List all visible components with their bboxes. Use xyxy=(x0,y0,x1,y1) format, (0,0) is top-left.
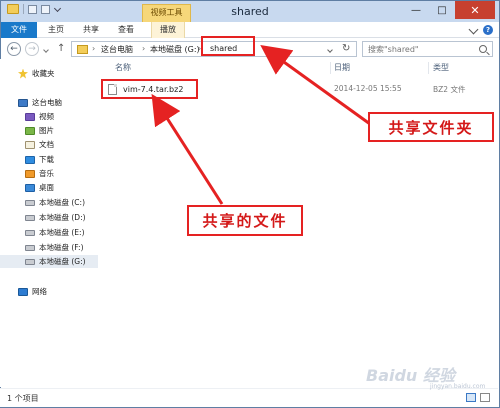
large-icons-view-icon[interactable] xyxy=(480,393,490,402)
sidebar-item-favorites[interactable]: 收藏夹 xyxy=(0,67,98,80)
sidebar-item-network[interactable]: 网络 xyxy=(0,285,98,298)
folder-icon xyxy=(77,45,88,54)
column-divider[interactable] xyxy=(330,62,331,74)
sidebar-item-label: 本地磁盘 (G:) xyxy=(39,257,86,266)
video-folder-icon xyxy=(25,112,35,121)
view-switcher xyxy=(466,393,490,402)
star-icon xyxy=(18,68,28,79)
sidebar-item-desktop[interactable]: 桌面 xyxy=(0,181,98,194)
maximize-button[interactable]: □ xyxy=(429,1,455,19)
drive-icon xyxy=(25,214,35,221)
search-input[interactable]: 搜索"shared" xyxy=(362,41,493,57)
window-controls: — □ ✕ xyxy=(403,1,495,19)
chevron-down-icon[interactable] xyxy=(327,47,333,53)
sidebar-item-pictures[interactable]: 图片 xyxy=(0,124,98,137)
sidebar-item-drive-c[interactable]: 本地磁盘 (C:) xyxy=(0,196,98,209)
item-count: 1 个项目 xyxy=(7,394,39,403)
sidebar-item-label: 这台电脑 xyxy=(32,98,62,107)
file-name: vim-7.4.tar.bz2 xyxy=(123,84,184,94)
sidebar-item-label: 视频 xyxy=(39,112,54,121)
sidebar-item-this-pc[interactable]: 这台电脑 xyxy=(0,96,98,109)
sidebar-item-label: 本地磁盘 (F:) xyxy=(39,243,84,252)
sidebar-item-label: 本地磁盘 (E:) xyxy=(39,228,85,237)
sidebar-item-label: 文档 xyxy=(39,140,54,149)
sidebar-item-downloads[interactable]: 下载 xyxy=(0,153,98,166)
file-type: BZ2 文件 xyxy=(433,85,466,94)
close-button[interactable]: ✕ xyxy=(455,1,495,19)
sidebar-item-label: 网络 xyxy=(32,287,47,296)
file-list-item[interactable]: vim-7.4.tar.bz2 xyxy=(101,79,198,99)
breadcrumb-separator[interactable]: › xyxy=(142,44,145,53)
forward-button[interactable]: → xyxy=(25,42,39,56)
minimize-button[interactable]: — xyxy=(403,1,429,19)
sidebar-item-label: 收藏夹 xyxy=(32,69,55,78)
breadcrumb-this-pc[interactable]: 这台电脑 xyxy=(101,44,133,55)
tab-view[interactable]: 查看 xyxy=(118,22,134,38)
expand-ribbon-icon[interactable] xyxy=(468,24,479,34)
tab-home[interactable]: 主页 xyxy=(48,22,64,38)
tab-share[interactable]: 共享 xyxy=(83,22,99,38)
file-date: 2014-12-05 15:55 xyxy=(334,84,402,93)
sidebar-item-videos[interactable]: 视频 xyxy=(0,110,98,123)
breadcrumb-separator[interactable]: › xyxy=(92,44,95,53)
column-header-name[interactable]: 名称 xyxy=(115,62,131,73)
up-button[interactable]: ↑ xyxy=(57,43,65,54)
breadcrumb-drive-g[interactable]: 本地磁盘 (G:) xyxy=(150,44,200,55)
tab-play[interactable]: 播放 xyxy=(151,22,185,38)
search-placeholder: 搜索"shared" xyxy=(368,45,419,54)
sidebar-item-label: 本地磁盘 (D:) xyxy=(39,213,86,222)
refresh-icon[interactable]: ↻ xyxy=(342,43,350,54)
sidebar-item-label: 音乐 xyxy=(39,169,54,178)
column-divider[interactable] xyxy=(428,62,429,74)
shared-folder-callout: 共享文件夹 xyxy=(368,112,494,142)
archive-file-icon xyxy=(108,83,117,95)
column-header-date[interactable]: 日期 xyxy=(334,62,350,73)
recent-locations-icon[interactable] xyxy=(43,47,49,53)
drive-icon xyxy=(25,244,35,251)
back-button[interactable]: ← xyxy=(7,42,21,56)
pictures-folder-icon xyxy=(25,126,35,135)
sidebar-item-label: 桌面 xyxy=(39,183,54,192)
sidebar-item-drive-g[interactable]: 本地磁盘 (G:) xyxy=(0,255,98,268)
title-bar: 视频工具 shared — □ ✕ xyxy=(1,1,499,22)
status-bar: 1 个项目 xyxy=(0,388,498,407)
watermark-url: jingyan.baidu.com xyxy=(430,383,486,390)
sidebar-item-documents[interactable]: 文档 xyxy=(0,138,98,151)
network-icon xyxy=(18,287,28,296)
shared-file-callout: 共享的文件 xyxy=(187,205,303,236)
documents-folder-icon xyxy=(25,140,35,149)
sidebar-item-drive-d[interactable]: 本地磁盘 (D:) xyxy=(0,211,98,224)
music-folder-icon xyxy=(25,169,35,178)
drive-icon xyxy=(25,258,35,265)
sidebar-item-label: 图片 xyxy=(39,126,54,135)
sidebar-item-drive-f[interactable]: 本地磁盘 (F:) xyxy=(0,241,98,254)
column-header-type[interactable]: 类型 xyxy=(433,62,449,73)
desktop-folder-icon xyxy=(25,183,35,192)
sidebar-item-label: 下载 xyxy=(39,155,54,164)
navigation-pane: 收藏夹 这台电脑 视频 图片 文档 下载 音乐 桌面 本地磁盘 (C:) 本地磁… xyxy=(0,59,98,387)
search-icon[interactable] xyxy=(479,45,487,53)
details-view-icon[interactable] xyxy=(466,393,476,402)
help-icon[interactable]: ? xyxy=(483,25,493,35)
drive-icon xyxy=(25,199,35,206)
drive-icon xyxy=(25,229,35,236)
folder-highlight-box xyxy=(201,36,255,56)
downloads-folder-icon xyxy=(25,155,35,164)
sidebar-item-drive-e[interactable]: 本地磁盘 (E:) xyxy=(0,226,98,239)
sidebar-item-label: 本地磁盘 (C:) xyxy=(39,198,85,207)
tab-file[interactable]: 文件 xyxy=(1,22,37,38)
sidebar-item-music[interactable]: 音乐 xyxy=(0,167,98,180)
computer-icon xyxy=(18,98,28,107)
ribbon-right-controls: ? xyxy=(468,24,493,35)
